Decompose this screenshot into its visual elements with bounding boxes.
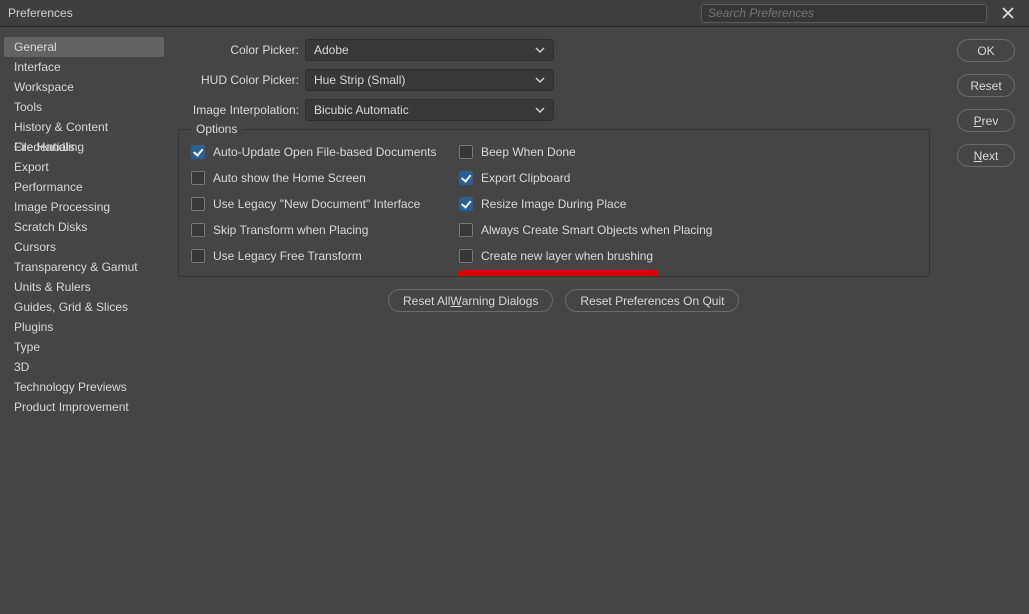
checkbox-export-clipboard[interactable] <box>459 171 473 185</box>
reset-button[interactable]: Reset <box>957 74 1015 97</box>
option-use-legacy-free-transform: Use Legacy Free Transform <box>191 248 459 264</box>
titlebar: Preferences <box>0 0 1029 27</box>
chevron-down-icon <box>535 75 545 85</box>
sidebar-item-3d[interactable]: 3D <box>4 357 164 377</box>
hud-color-picker-dropdown[interactable]: Hue Strip (Small) <box>305 69 554 91</box>
window-title: Preferences <box>8 6 73 20</box>
options-legend: Options <box>191 122 242 136</box>
sidebar-item-plugins[interactable]: Plugins <box>4 317 164 337</box>
checkbox-always-create-smart-objects-when-placing[interactable] <box>459 223 473 237</box>
sidebar-item-cursors[interactable]: Cursors <box>4 237 164 257</box>
sidebar-item-scratch-disks[interactable]: Scratch Disks <box>4 217 164 237</box>
close-icon <box>1001 6 1015 20</box>
sidebar-item-type[interactable]: Type <box>4 337 164 357</box>
option-export-clipboard: Export Clipboard <box>459 170 759 186</box>
checkbox-create-new-layer-when-brushing[interactable] <box>459 249 473 263</box>
sidebar: GeneralInterfaceWorkspaceToolsHistory & … <box>0 27 168 614</box>
checkbox-use-legacy-free-transform[interactable] <box>191 249 205 263</box>
checkbox-auto-show-the-home-screen[interactable] <box>191 171 205 185</box>
color-picker-dropdown[interactable]: Adobe <box>305 39 554 61</box>
highlight-annotation <box>458 270 658 276</box>
search-preferences-input[interactable] <box>701 4 987 23</box>
sidebar-item-workspace[interactable]: Workspace <box>4 77 164 97</box>
sidebar-item-tools[interactable]: Tools <box>4 97 164 117</box>
sidebar-item-file-handling[interactable]: File Handling <box>4 137 164 157</box>
sidebar-item-interface[interactable]: Interface <box>4 57 164 77</box>
image-interpolation-label: Image Interpolation: <box>178 103 305 117</box>
checkbox-label[interactable]: Use Legacy Free Transform <box>213 249 362 263</box>
reset-warning-dialogs-button[interactable]: Reset All Warning Dialogs <box>388 289 553 312</box>
image-interpolation-dropdown[interactable]: Bicubic Automatic <box>305 99 554 121</box>
checkbox-label[interactable]: Skip Transform when Placing <box>213 223 368 237</box>
checkbox-label[interactable]: Resize Image During Place <box>481 197 626 211</box>
option-resize-image-during-place: Resize Image During Place <box>459 196 759 212</box>
checkbox-auto-update-open-file-based-documents[interactable] <box>191 145 205 159</box>
image-interpolation-value: Bicubic Automatic <box>314 103 409 117</box>
checkbox-label[interactable]: Create new layer when brushing <box>481 249 653 263</box>
checkbox-label[interactable]: Use Legacy "New Document" Interface <box>213 197 420 211</box>
search-field[interactable] <box>708 6 980 20</box>
next-button[interactable]: Next <box>957 144 1015 167</box>
color-picker-value: Adobe <box>314 43 349 57</box>
sidebar-item-technology-previews[interactable]: Technology Previews <box>4 377 164 397</box>
option-create-new-layer-when-brushing: Create new layer when brushing <box>459 248 759 264</box>
checkbox-label[interactable]: Beep When Done <box>481 145 576 159</box>
sidebar-item-performance[interactable]: Performance <box>4 177 164 197</box>
checkbox-resize-image-during-place[interactable] <box>459 197 473 211</box>
sidebar-item-general[interactable]: General <box>4 37 164 57</box>
checkbox-label[interactable]: Export Clipboard <box>481 171 570 185</box>
ok-button[interactable]: OK <box>957 39 1015 62</box>
option-use-legacy-new-document-interface: Use Legacy "New Document" Interface <box>191 196 459 212</box>
option-auto-update-open-file-based-documents: Auto-Update Open File-based Documents <box>191 144 459 160</box>
option-skip-transform-when-placing: Skip Transform when Placing <box>191 222 459 238</box>
reset-preferences-on-quit-button[interactable]: Reset Preferences On Quit <box>565 289 739 312</box>
chevron-down-icon <box>535 105 545 115</box>
checkbox-use-legacy-new-document-interface[interactable] <box>191 197 205 211</box>
checkbox-beep-when-done[interactable] <box>459 145 473 159</box>
options-group: Options Auto-Update Open File-based Docu… <box>178 129 930 277</box>
sidebar-item-history-content-credentials[interactable]: History & Content Credentials <box>4 117 164 137</box>
option-auto-show-the-home-screen: Auto show the Home Screen <box>191 170 459 186</box>
color-picker-label: Color Picker: <box>178 43 305 57</box>
sidebar-item-export[interactable]: Export <box>4 157 164 177</box>
dialog-action-buttons: OK Reset Prev Next <box>957 27 1029 614</box>
sidebar-item-transparency-gamut[interactable]: Transparency & Gamut <box>4 257 164 277</box>
checkbox-label[interactable]: Always Create Smart Objects when Placing <box>481 223 712 237</box>
checkbox-label[interactable]: Auto show the Home Screen <box>213 171 366 185</box>
chevron-down-icon <box>535 45 545 55</box>
prev-button[interactable]: Prev <box>957 109 1015 132</box>
hud-color-picker-label: HUD Color Picker: <box>178 73 305 87</box>
sidebar-item-units-rulers[interactable]: Units & Rulers <box>4 277 164 297</box>
checkbox-label[interactable]: Auto-Update Open File-based Documents <box>213 145 436 159</box>
option-beep-when-done: Beep When Done <box>459 144 759 160</box>
close-button[interactable] <box>993 0 1023 27</box>
option-always-create-smart-objects-when-placing: Always Create Smart Objects when Placing <box>459 222 759 238</box>
sidebar-item-product-improvement[interactable]: Product Improvement <box>4 397 164 417</box>
hud-color-picker-value: Hue Strip (Small) <box>314 73 405 87</box>
sidebar-item-image-processing[interactable]: Image Processing <box>4 197 164 217</box>
checkbox-skip-transform-when-placing[interactable] <box>191 223 205 237</box>
main-panel: Color Picker: Adobe HUD Color Picker: Hu… <box>168 27 957 614</box>
sidebar-item-guides-grid-slices[interactable]: Guides, Grid & Slices <box>4 297 164 317</box>
